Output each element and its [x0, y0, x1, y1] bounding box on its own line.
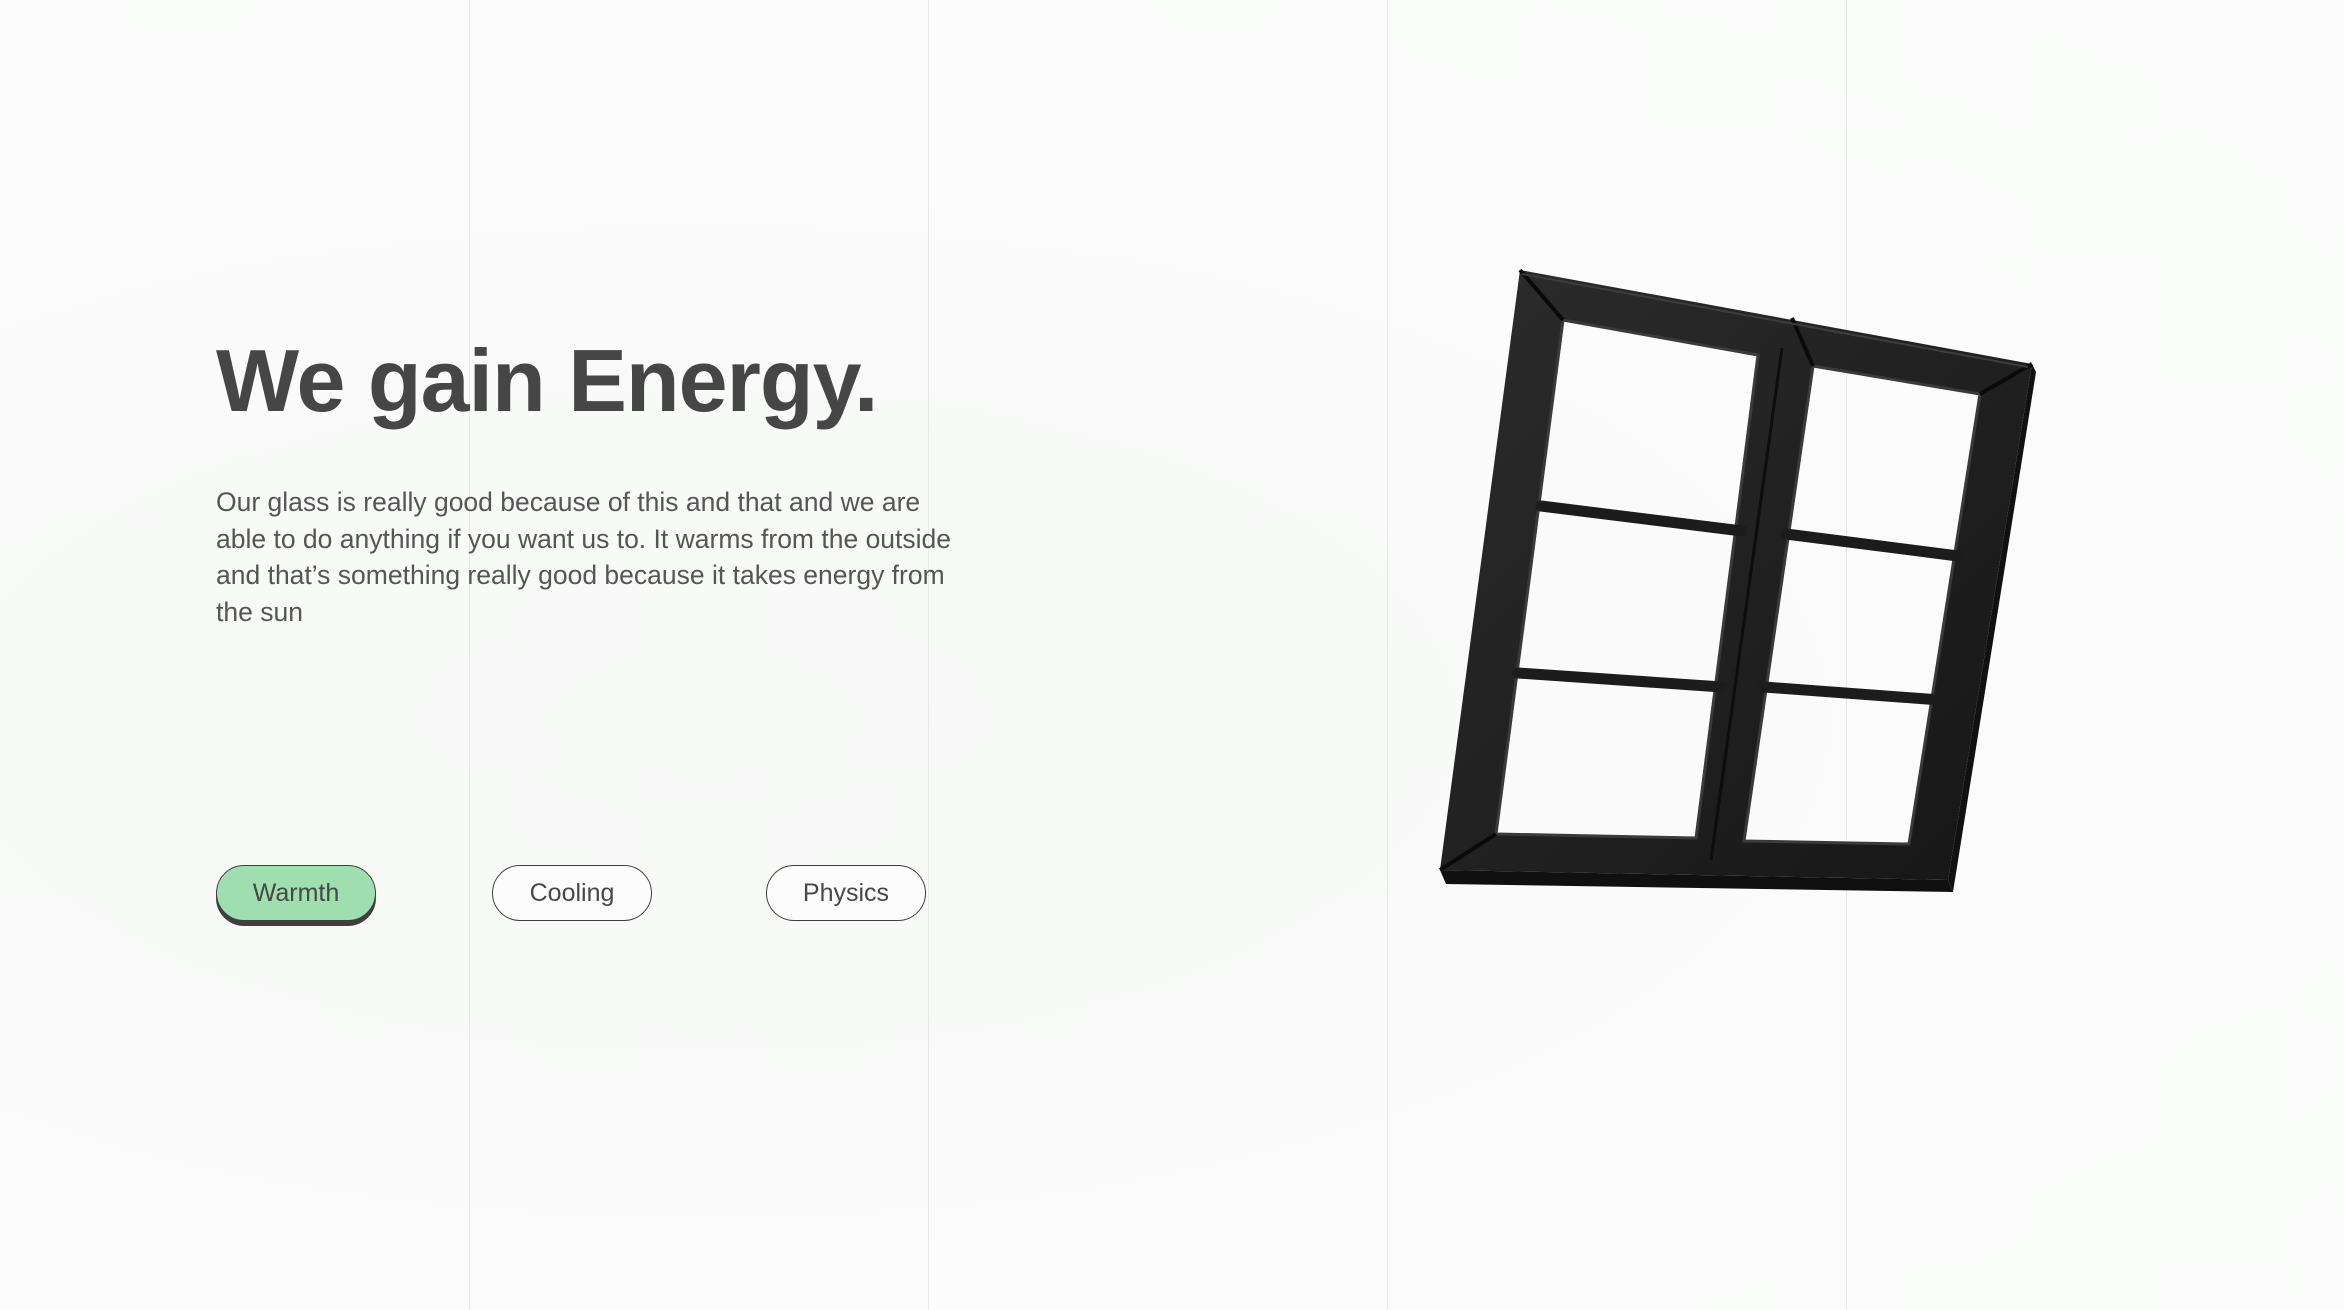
tab-physics[interactable]: Physics — [766, 865, 926, 921]
tab-warmth[interactable]: Warmth — [216, 865, 376, 921]
tab-cooling[interactable]: Cooling — [492, 865, 652, 921]
hero-title: We gain Energy. — [216, 331, 878, 430]
grid-line — [1387, 0, 1388, 1310]
grid-line — [469, 0, 470, 1310]
window-frame-icon — [1400, 240, 2080, 920]
hero-description: Our glass is really good because of this… — [216, 487, 952, 627]
page: We gain Energy. Our glass is really good… — [0, 0, 2344, 1310]
grid-line — [928, 0, 929, 1310]
